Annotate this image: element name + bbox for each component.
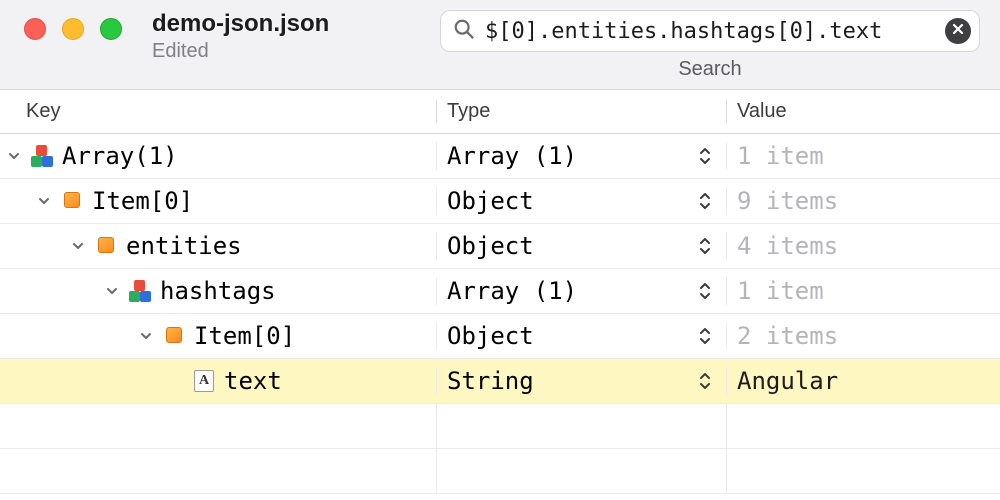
window-title-block: demo-json.json Edited (152, 10, 329, 63)
empty-row (0, 449, 1000, 494)
cell-type[interactable]: Object (436, 187, 726, 215)
disclosure-chevron-icon[interactable] (36, 193, 52, 209)
type-label: Object (447, 232, 534, 260)
disclosure-chevron-icon[interactable] (104, 283, 120, 299)
search-block: Search (440, 10, 980, 81)
cell-type[interactable]: Object (436, 232, 726, 260)
tree-row[interactable]: hashtags Array (1) 1 item (0, 269, 1000, 314)
key-label: Item[0] (194, 322, 295, 350)
key-label: text (224, 367, 282, 395)
type-stepper-icon[interactable] (698, 281, 712, 301)
type-label: Array (1) (447, 277, 577, 305)
type-label: String (447, 367, 534, 395)
close-window-button[interactable] (24, 18, 46, 40)
cell-key: Atext (0, 367, 436, 395)
key-label: hashtags (160, 277, 276, 305)
array-icon (126, 280, 154, 302)
object-icon (160, 326, 188, 346)
cell-type[interactable]: Object (436, 322, 726, 350)
tree: Array(1) Array (1) 1 item Item[0] Object 9 it… (0, 134, 1000, 494)
window-subtitle: Edited (152, 40, 329, 63)
key-label: Array(1) (62, 142, 178, 170)
column-header-key[interactable]: Key (26, 100, 436, 123)
cell-value[interactable]: 2 items (726, 322, 1000, 350)
value-label: 4 items (737, 232, 838, 260)
value-label: 2 items (737, 322, 838, 350)
cell-type[interactable]: Array (1) (436, 277, 726, 305)
columns-header: Key Type Value (0, 90, 1000, 134)
cell-key: hashtags (0, 277, 436, 305)
search-input[interactable] (485, 19, 935, 44)
cell-value[interactable]: Angular (726, 367, 1000, 395)
traffic-lights (24, 18, 122, 40)
value-label: 1 item (737, 277, 824, 305)
tree-row[interactable]: entities Object 4 items (0, 224, 1000, 269)
string-icon: A (190, 370, 218, 392)
cell-key: Array(1) (0, 142, 436, 170)
cell-type[interactable]: Array (1) (436, 142, 726, 170)
disclosure-chevron-icon[interactable] (138, 328, 154, 344)
tree-row[interactable]: Item[0] Object 9 items (0, 179, 1000, 224)
value-label: 9 items (737, 187, 838, 215)
value-label: Angular (737, 367, 838, 395)
column-header-value[interactable]: Value (726, 100, 1000, 123)
cell-value[interactable]: 1 item (726, 142, 1000, 170)
type-stepper-icon[interactable] (698, 146, 712, 166)
column-header-type[interactable]: Type (436, 100, 726, 123)
cell-value[interactable]: 9 items (726, 187, 1000, 215)
cell-type[interactable]: String (436, 367, 726, 395)
search-field[interactable] (440, 10, 980, 52)
type-label: Object (447, 187, 534, 215)
cell-key: Item[0] (0, 322, 436, 350)
type-label: Array (1) (447, 142, 577, 170)
tree-row[interactable]: Item[0] Object 2 items (0, 314, 1000, 359)
disclosure-chevron-icon[interactable] (70, 238, 86, 254)
search-label: Search (678, 58, 741, 81)
type-stepper-icon[interactable] (698, 236, 712, 256)
object-icon (58, 191, 86, 211)
object-icon (92, 236, 120, 256)
close-icon (951, 22, 965, 41)
array-icon (28, 145, 56, 167)
value-label: 1 item (737, 142, 824, 170)
cell-key: Item[0] (0, 187, 436, 215)
search-icon (453, 18, 475, 45)
disclosure-chevron-icon[interactable] (6, 148, 22, 164)
titlebar: demo-json.json Edited Search (0, 0, 1000, 90)
tree-row[interactable]: Atext String Angular (0, 359, 1000, 404)
cell-key: entities (0, 232, 436, 260)
maximize-window-button[interactable] (100, 18, 122, 40)
key-label: Item[0] (92, 187, 193, 215)
type-stepper-icon[interactable] (698, 326, 712, 346)
type-stepper-icon[interactable] (698, 371, 712, 391)
key-label: entities (126, 232, 242, 260)
tree-row[interactable]: Array(1) Array (1) 1 item (0, 134, 1000, 179)
cell-value[interactable]: 1 item (726, 277, 1000, 305)
type-stepper-icon[interactable] (698, 191, 712, 211)
empty-row (0, 404, 1000, 449)
clear-search-button[interactable] (945, 18, 971, 44)
type-label: Object (447, 322, 534, 350)
window-title: demo-json.json (152, 10, 329, 38)
minimize-window-button[interactable] (62, 18, 84, 40)
cell-value[interactable]: 4 items (726, 232, 1000, 260)
